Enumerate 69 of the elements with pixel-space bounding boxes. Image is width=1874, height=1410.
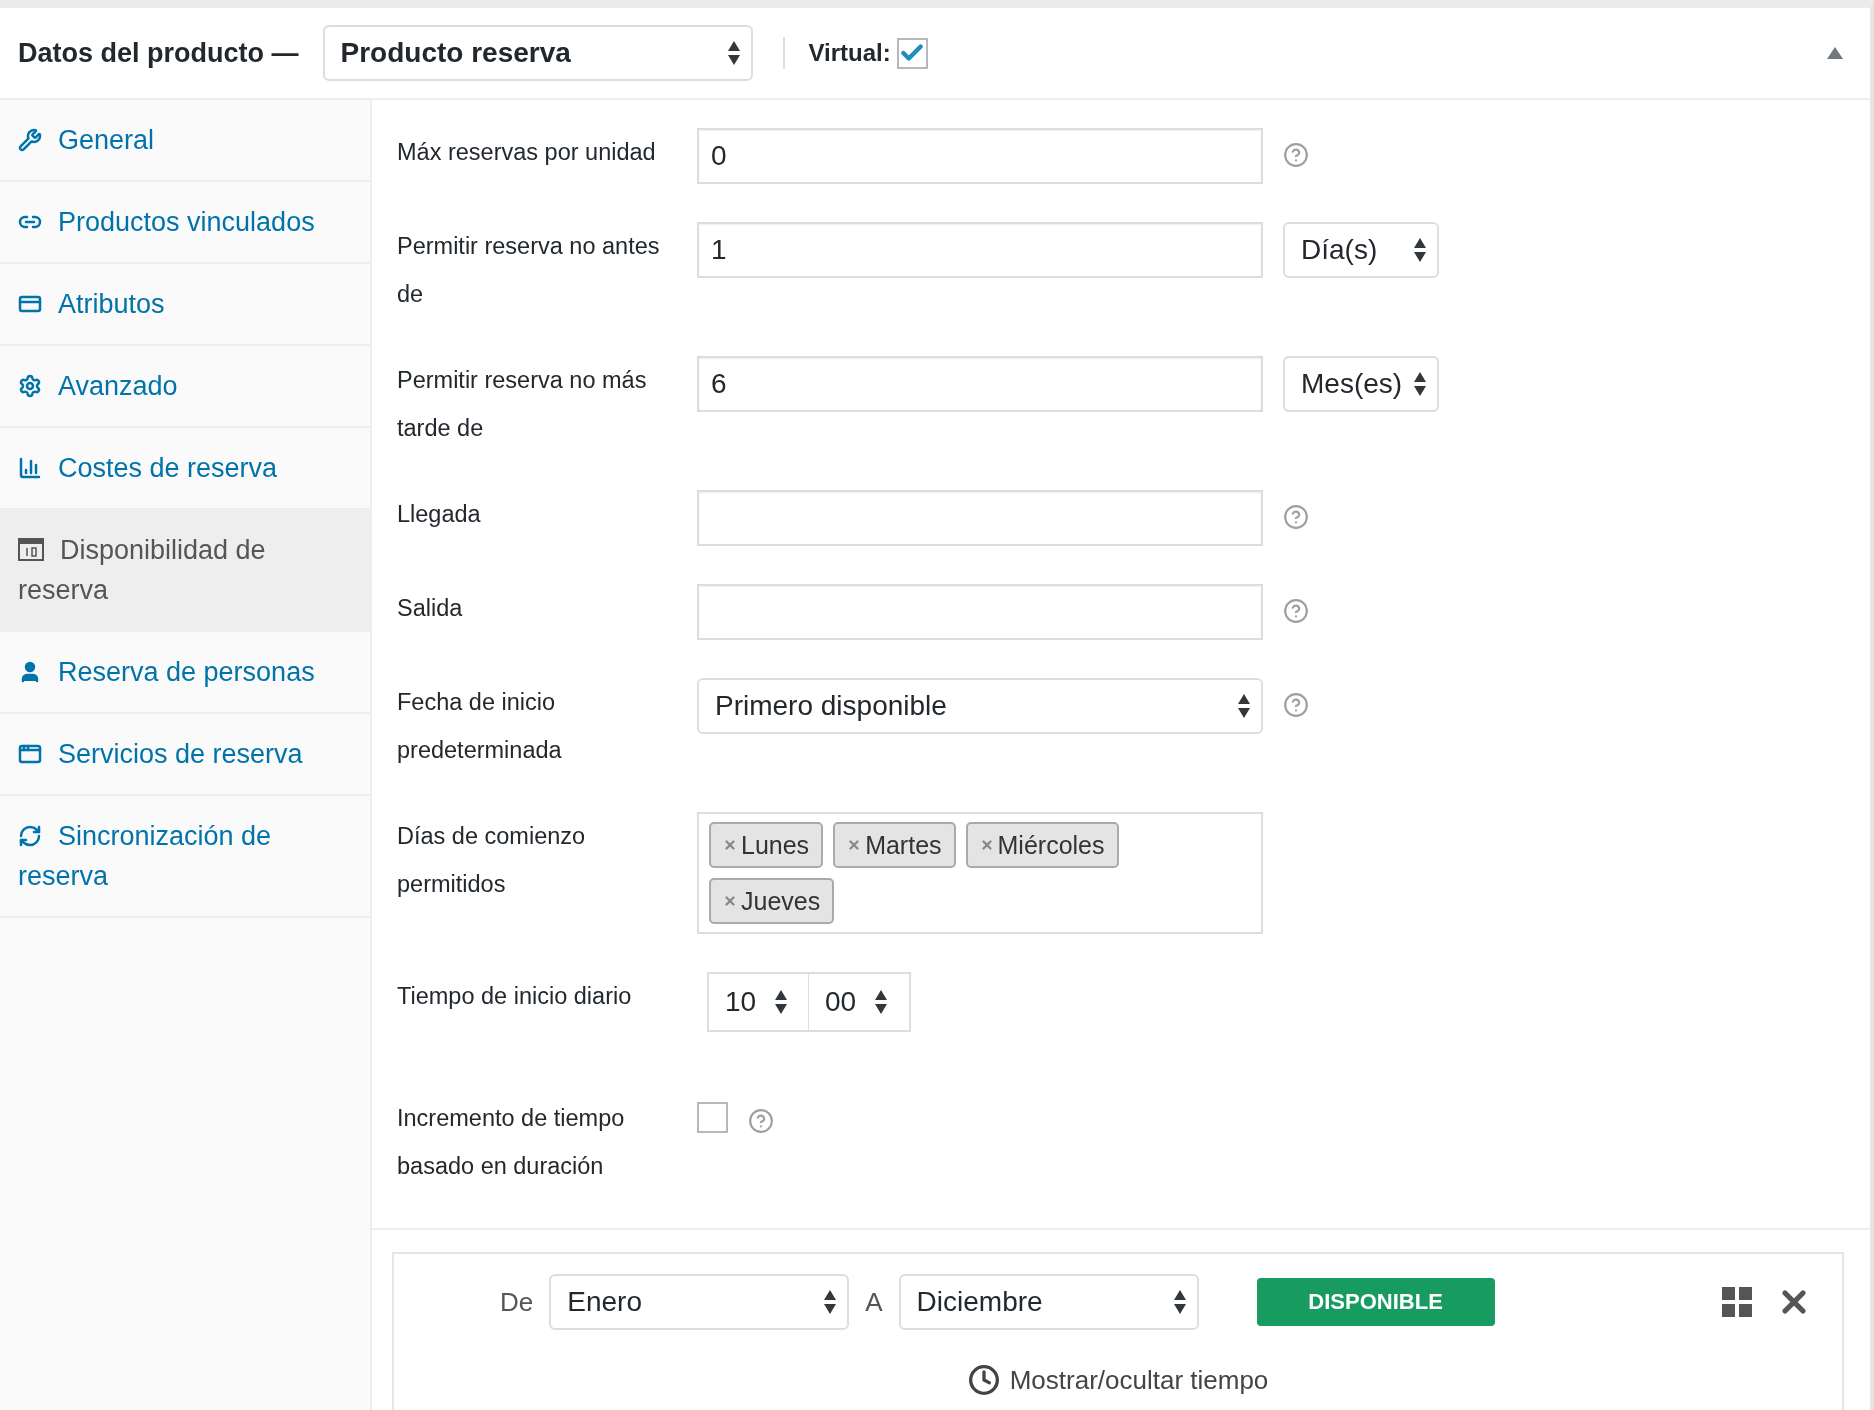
unit-select[interactable]: Mes(es) [1283,356,1439,412]
help-icon[interactable] [1283,142,1309,168]
clock-icon [967,1364,1000,1396]
virtual-label: Virtual: [808,39,891,67]
bar-chart-icon [18,456,42,480]
select-arrows-icon [726,39,741,67]
select-arrows-icon [823,1288,838,1316]
sidebar-tab[interactable]: Disponibilidad de reserva [0,510,370,632]
field-label: Llegada [397,500,482,529]
select-arrows-icon [1172,1288,1187,1316]
help-icon[interactable] [1283,504,1309,530]
text-field[interactable]: 0 [697,128,1263,184]
sidebar-tab[interactable]: General [0,100,370,182]
tag-label: Miércoles [997,830,1105,860]
tag-field[interactable]: Lunes Martes Miércoles Jueves [697,812,1263,934]
text-field[interactable] [697,584,1263,640]
field-label: Días de comienzo permitidos [397,822,587,899]
field-label: Fecha de inicio predeterminada [397,688,563,765]
text-field[interactable]: 6 [697,356,1263,412]
select-arrows-icon [1237,692,1251,720]
collapse-icon[interactable] [1826,46,1844,60]
sync-icon [18,824,42,848]
settings-icon [18,374,42,398]
sidebar-tab[interactable]: Avanzado [0,346,370,428]
remove-icon[interactable] [979,838,994,852]
sidebar-tab[interactable]: Productos vinculados [0,182,370,264]
unit-select[interactable]: Día(s) [1283,222,1439,278]
status-button[interactable]: DISPONIBLE [1256,1278,1495,1326]
help-icon[interactable] [748,1108,774,1134]
remove-icon[interactable] [723,894,737,908]
field-label: Máx reservas por unidad [397,138,657,167]
remove-icon[interactable] [723,838,737,852]
from-month-select[interactable]: Enero [549,1274,850,1330]
grid-icon[interactable] [1722,1287,1752,1317]
sidebar-tab[interactable]: Atributos [0,264,370,346]
tag-label: Lunes [741,830,810,860]
select-arrows-icon [1413,236,1427,264]
day-tag[interactable]: Jueves [709,878,835,924]
day-tag[interactable]: Martes [833,822,956,868]
panel-title: Datos del producto — [18,37,299,69]
checkbox[interactable] [697,1102,728,1133]
dropdown-select[interactable]: Primero disponible [697,678,1263,734]
sidebar-tab[interactable]: Sincronización de reserva [0,796,370,918]
from-label: De [500,1286,534,1318]
help-icon[interactable] [1283,692,1309,718]
sidebar-tab[interactable]: Servicios de reserva [0,714,370,796]
day-tag[interactable]: Lunes [709,822,824,868]
remove-icon[interactable] [847,838,862,852]
tag-label: Jueves [741,886,821,916]
wrench-icon [18,128,42,152]
product-type-select[interactable]: Producto reserva [322,25,753,81]
select-arrows-icon [1413,370,1427,398]
text-field[interactable]: 1 [697,222,1263,278]
help-icon[interactable] [1283,598,1309,624]
tag-label: Martes [865,830,942,860]
sidebar-tab[interactable]: Reserva de personas [0,632,370,714]
field-label: Salida [397,594,464,623]
field-label: Permitir reserva no antes de [397,232,661,309]
day-tag[interactable]: Miércoles [965,822,1119,868]
field-label: Permitir reserva no más tarde de [397,366,648,443]
to-label: A [865,1286,883,1318]
calendar-icon [18,536,44,562]
window-icon [18,742,42,766]
text-field[interactable] [697,490,1263,546]
field-label: Tiempo de inicio diario [397,982,633,1011]
field-label: Incremento de tiempo basado en duración [397,1104,626,1181]
to-month-select[interactable]: Diciembre [898,1274,1199,1330]
virtual-checkbox[interactable] [896,37,928,69]
show-hide-time-link[interactable]: Mostrar/ocultar tiempo [394,1364,1842,1396]
